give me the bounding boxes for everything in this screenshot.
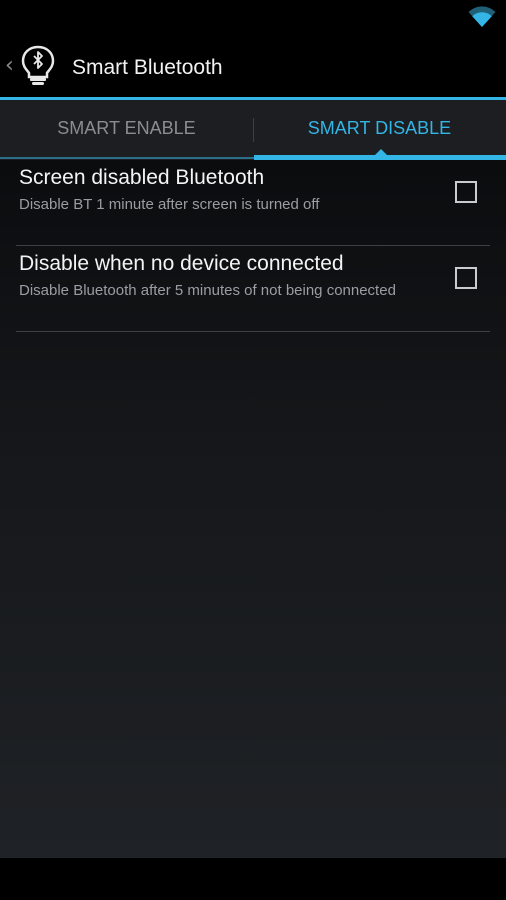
wifi-icon — [468, 6, 496, 27]
preferences-list: Screen disabled Bluetooth Disable BT 1 m… — [0, 160, 506, 858]
chevron-left-icon[interactable]: ‹ — [5, 53, 14, 79]
preference-title: Disable when no device connected — [19, 252, 344, 275]
status-bar — [0, 0, 506, 35]
preference-screen-disabled-bluetooth[interactable]: Screen disabled Bluetooth Disable BT 1 m… — [0, 160, 506, 246]
app-title: Smart Bluetooth — [72, 56, 223, 79]
tab-selected-caret — [374, 149, 388, 156]
bluetooth-lightbulb-icon[interactable] — [20, 45, 56, 87]
action-bar: ‹ Smart Bluetooth — [0, 35, 506, 97]
preference-disable-no-device[interactable]: Disable when no device connected Disable… — [0, 246, 506, 332]
tab-baseline — [0, 157, 254, 159]
screen-disabled-bluetooth-checkbox[interactable] — [455, 181, 477, 203]
preference-title: Screen disabled Bluetooth — [19, 166, 265, 189]
list-divider — [16, 331, 490, 332]
tab-bar: SMART ENABLE SMART DISABLE — [0, 100, 506, 160]
preference-summary: Disable BT 1 minute after screen is turn… — [19, 196, 320, 213]
disable-no-device-checkbox[interactable] — [455, 267, 477, 289]
navigation-bar — [0, 858, 506, 900]
preference-summary: Disable Bluetooth after 5 minutes of not… — [19, 282, 396, 299]
tab-smart-enable[interactable]: SMART ENABLE — [0, 100, 253, 160]
